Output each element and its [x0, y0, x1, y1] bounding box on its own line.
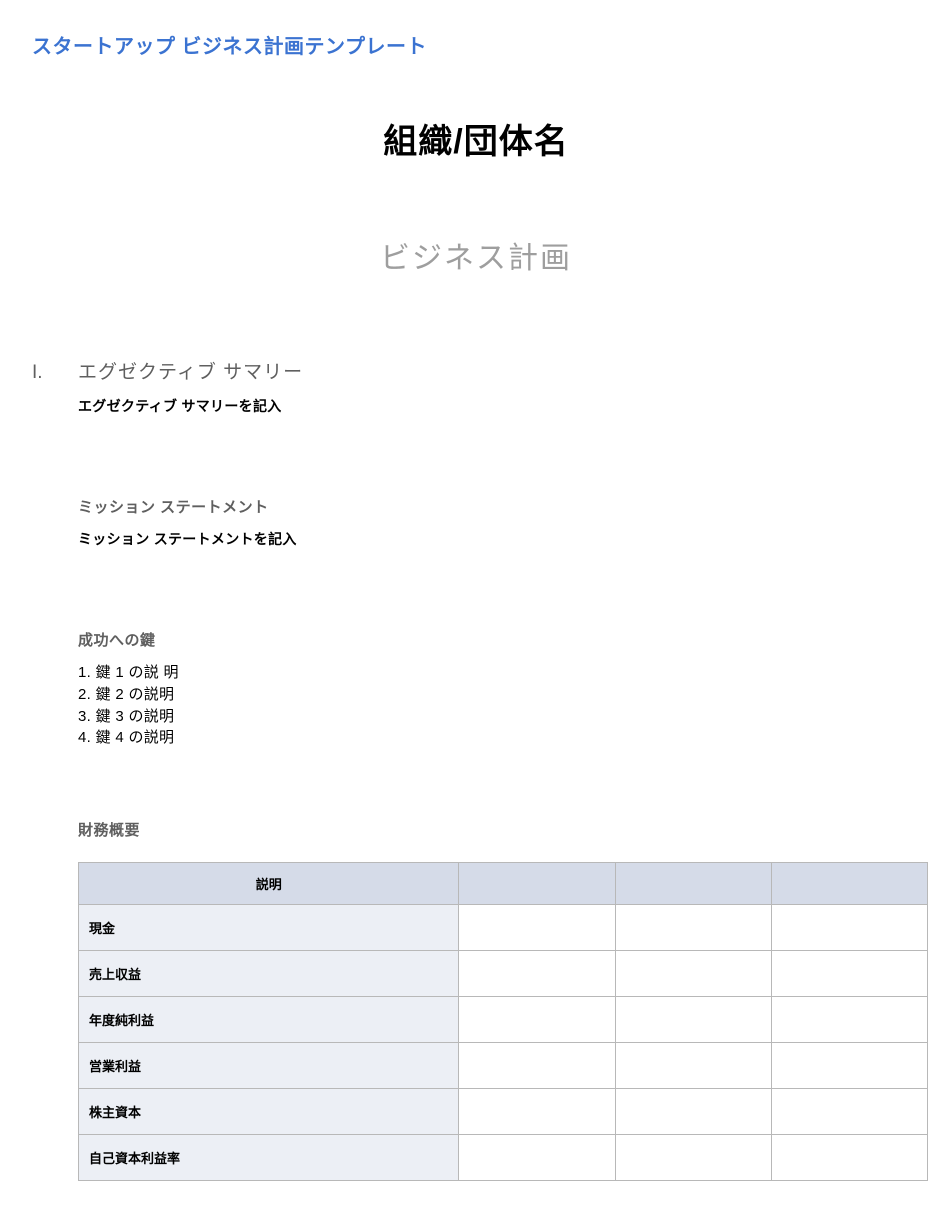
- col-header-1: [459, 863, 615, 905]
- cell[interactable]: [771, 951, 927, 997]
- row-label-cash: 現金: [79, 905, 459, 951]
- table-header-row: 説明: [79, 863, 928, 905]
- row-label-net-income: 年度純利益: [79, 997, 459, 1043]
- section-heading-exec-summary: エグゼクティブ サマリー: [78, 357, 303, 384]
- cell[interactable]: [615, 905, 771, 951]
- organization-name: 組織/団体名: [30, 114, 922, 163]
- cell[interactable]: [459, 905, 615, 951]
- section-number: I.: [30, 362, 78, 384]
- key-item[interactable]: 1. 鍵 1 の説 明: [78, 662, 922, 684]
- table-row: 売上収益: [79, 951, 928, 997]
- cell[interactable]: [771, 1089, 927, 1135]
- table-row: 自己資本利益率: [79, 1135, 928, 1181]
- mission-heading: ミッション ステートメント: [78, 496, 922, 517]
- cell[interactable]: [771, 1043, 927, 1089]
- exec-summary-body: エグゼクティブ サマリーを記入: [78, 396, 922, 416]
- cell[interactable]: [615, 1089, 771, 1135]
- key-item[interactable]: 3. 鍵 3 の説明: [78, 706, 922, 728]
- cell[interactable]: [615, 997, 771, 1043]
- table-row: 年度純利益: [79, 997, 928, 1043]
- cell[interactable]: [615, 1043, 771, 1089]
- mission-body: ミッション ステートメントを記入: [78, 529, 922, 549]
- section-1-header: I. エグゼクティブ サマリー: [30, 357, 922, 384]
- business-plan-label: ビジネス計画: [30, 233, 922, 277]
- template-title: スタートアップ ビジネス計画テンプレート: [32, 30, 922, 59]
- keys-heading: 成功への鍵: [78, 629, 922, 650]
- row-label-roe: 自己資本利益率: [79, 1135, 459, 1181]
- finance-heading: 財務概要: [78, 819, 922, 840]
- table-row: 株主資本: [79, 1089, 928, 1135]
- mission-placeholder[interactable]: ミッション ステートメントを記入: [78, 529, 922, 549]
- cell[interactable]: [771, 1135, 927, 1181]
- col-header-description: 説明: [79, 863, 459, 905]
- keys-list: 1. 鍵 1 の説 明 2. 鍵 2 の説明 3. 鍵 3 の説明 4. 鍵 4…: [78, 662, 922, 749]
- table-row: 営業利益: [79, 1043, 928, 1089]
- cell[interactable]: [459, 1135, 615, 1181]
- key-item[interactable]: 2. 鍵 2 の説明: [78, 684, 922, 706]
- finance-table: 説明 現金 売上収益 年度純利益 営業利益: [78, 862, 928, 1181]
- cell[interactable]: [771, 997, 927, 1043]
- cell[interactable]: [459, 997, 615, 1043]
- row-label-operating-profit: 営業利益: [79, 1043, 459, 1089]
- table-row: 現金: [79, 905, 928, 951]
- col-header-3: [771, 863, 927, 905]
- cell[interactable]: [771, 905, 927, 951]
- cell[interactable]: [615, 1135, 771, 1181]
- cell[interactable]: [615, 951, 771, 997]
- row-label-equity: 株主資本: [79, 1089, 459, 1135]
- cell[interactable]: [459, 1089, 615, 1135]
- cell[interactable]: [459, 951, 615, 997]
- cell[interactable]: [459, 1043, 615, 1089]
- row-label-revenue: 売上収益: [79, 951, 459, 997]
- key-item[interactable]: 4. 鍵 4 の説明: [78, 727, 922, 749]
- col-header-2: [615, 863, 771, 905]
- exec-summary-placeholder[interactable]: エグゼクティブ サマリーを記入: [78, 396, 922, 416]
